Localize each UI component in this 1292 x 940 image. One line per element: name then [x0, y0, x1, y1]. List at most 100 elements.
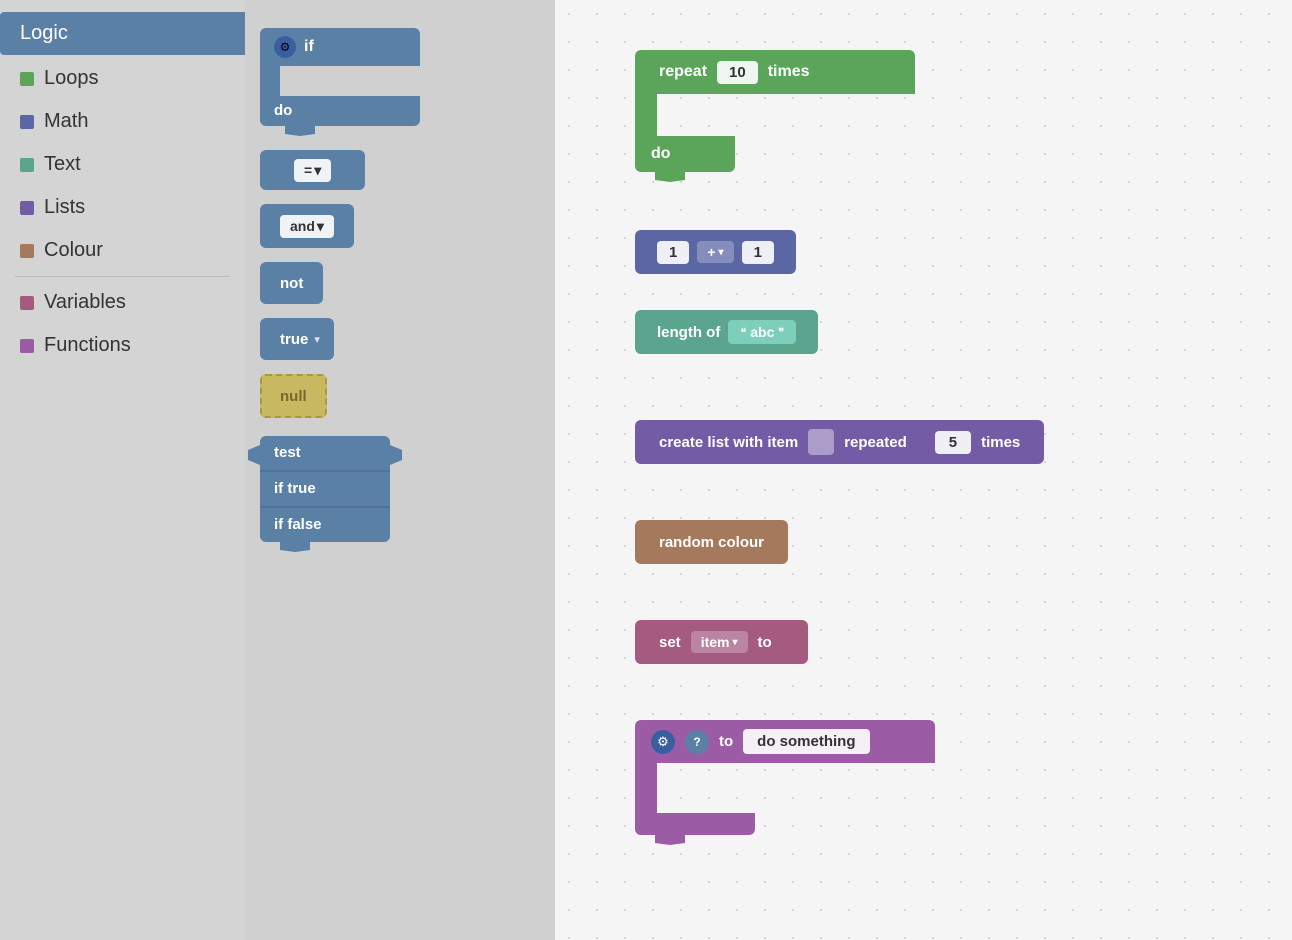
list-label: create list with item	[659, 434, 798, 451]
repeat-block[interactable]: repeat 10 times do	[635, 50, 915, 182]
bottom-connector	[260, 126, 400, 136]
left-notch-and	[260, 212, 274, 240]
right-notch-not	[309, 270, 323, 296]
text-value-box[interactable]: ❝ abc ❞	[728, 320, 796, 344]
colour-label: random colour	[659, 534, 764, 551]
colour-color-dot	[20, 244, 34, 258]
sidebar-lists-label: Lists	[44, 196, 85, 219]
sidebar-item-colour[interactable]: Colour	[0, 229, 245, 272]
true-block[interactable]: true ▾	[260, 318, 540, 360]
var-name-dropdown[interactable]: item ▾	[691, 631, 748, 653]
math-color-dot	[20, 115, 34, 129]
sidebar: Logic Loops Math Text Lists Colour Varia…	[0, 0, 245, 940]
left-notch-ternary-top	[246, 442, 260, 468]
test-label: test	[274, 444, 301, 461]
sidebar-item-variables[interactable]: Variables	[0, 281, 245, 324]
sidebar-item-loops[interactable]: Loops	[0, 57, 245, 100]
sidebar-loops-label: Loops	[44, 67, 99, 90]
and-label: and	[290, 218, 315, 234]
left-notch-eq	[276, 158, 290, 182]
blocks-column: ⚙ if do	[245, 0, 555, 940]
sidebar-item-logic[interactable]: Logic	[0, 12, 245, 55]
func-to-label: to	[719, 733, 733, 750]
right-notch-and	[340, 212, 354, 240]
left-notch-true	[260, 326, 274, 352]
bottom-conn-ternary	[260, 542, 390, 552]
right-notch-eq	[335, 158, 349, 182]
right-notch-textlen	[804, 319, 818, 345]
function-block[interactable]: ⚙ ? to do something	[635, 720, 935, 845]
list-value[interactable]: 5	[935, 431, 971, 454]
variable-block[interactable]: set item ▾ to	[635, 620, 808, 664]
list-times-label: times	[981, 434, 1020, 451]
sidebar-functions-label: Functions	[44, 334, 131, 357]
math-val2[interactable]: 1	[742, 241, 774, 264]
if-label: if	[304, 38, 314, 56]
colour-block[interactable]: random colour	[635, 520, 788, 564]
list-item-slot	[808, 429, 834, 455]
right-notch-null	[307, 383, 321, 409]
eq-label: =	[304, 162, 312, 178]
func-name[interactable]: do something	[743, 729, 869, 754]
close-quote: ❞	[778, 326, 784, 339]
true-arrow[interactable]: ▾	[314, 333, 320, 346]
math-val1[interactable]: 1	[657, 241, 689, 264]
loops-color-dot	[20, 72, 34, 86]
right-notch-colour	[774, 529, 788, 555]
variables-color-dot	[20, 296, 34, 310]
do-label: do	[274, 102, 292, 119]
math-op-dropdown[interactable]: + ▾	[697, 241, 733, 263]
repeat-bottom-conn	[635, 172, 735, 182]
text-length-label: length of	[657, 324, 720, 341]
var-name: item	[701, 634, 730, 650]
null-block[interactable]: null	[260, 374, 540, 418]
sidebar-text-label: Text	[44, 153, 81, 176]
sidebar-item-lists[interactable]: Lists	[0, 186, 245, 229]
right-notch-math	[782, 239, 796, 265]
sidebar-item-text[interactable]: Text	[0, 143, 245, 186]
sidebar-item-math[interactable]: Math	[0, 100, 245, 143]
right-notch-var	[782, 629, 796, 655]
if-false-label: if false	[274, 516, 322, 533]
gear-icon: ⚙	[274, 36, 296, 58]
and-block[interactable]: and ▾	[260, 204, 540, 248]
repeat-label: repeat	[659, 63, 707, 81]
not-block[interactable]: not	[260, 262, 540, 304]
list-repeated-label: repeated	[844, 434, 907, 451]
text-length-block[interactable]: length of ❝ abc ❞	[635, 310, 818, 354]
eq-arrow: ▾	[314, 162, 321, 179]
if-cblock[interactable]: ⚙ if do	[260, 28, 540, 136]
sidebar-variables-label: Variables	[44, 291, 126, 314]
list-block[interactable]: create list with item repeated 5 times	[635, 420, 1044, 464]
open-quote: ❝	[740, 326, 746, 339]
and-dropdown[interactable]: and ▾	[280, 215, 334, 238]
left-notch-colour	[635, 529, 649, 555]
text-value: abc	[750, 324, 774, 340]
left-notch-var	[635, 629, 649, 655]
sidebar-colour-label: Colour	[44, 239, 103, 262]
math-block[interactable]: 1 + ▾ 1	[635, 230, 796, 274]
sidebar-separator	[15, 276, 230, 277]
null-label: null	[280, 388, 307, 405]
ternary-block[interactable]: test if true if false	[260, 436, 540, 552]
workspace[interactable]: repeat 10 times do 1	[555, 0, 1292, 940]
eq-dropdown[interactable]: = ▾	[294, 159, 331, 182]
to-label: to	[758, 634, 772, 651]
if-true-label: if true	[274, 480, 316, 497]
func-gear-icon: ⚙	[651, 730, 675, 754]
left-notch-list-val	[911, 429, 925, 455]
left-notch-math	[635, 239, 649, 265]
true-label: true	[280, 331, 308, 348]
math-op-arrow: ▾	[719, 247, 724, 258]
repeat-value[interactable]: 10	[717, 61, 758, 84]
left-notch-repeat	[635, 59, 649, 85]
left-notch-text	[635, 319, 649, 345]
func-bottom-conn	[635, 835, 755, 845]
var-arrow: ▾	[732, 637, 737, 648]
repeat-times-label: times	[768, 63, 810, 81]
func-question-icon: ?	[685, 730, 709, 754]
sidebar-item-functions[interactable]: Functions	[0, 324, 245, 367]
right-notch-ternary	[390, 442, 404, 468]
not-label: not	[280, 275, 303, 292]
equals-block[interactable]: = ▾	[260, 150, 540, 190]
